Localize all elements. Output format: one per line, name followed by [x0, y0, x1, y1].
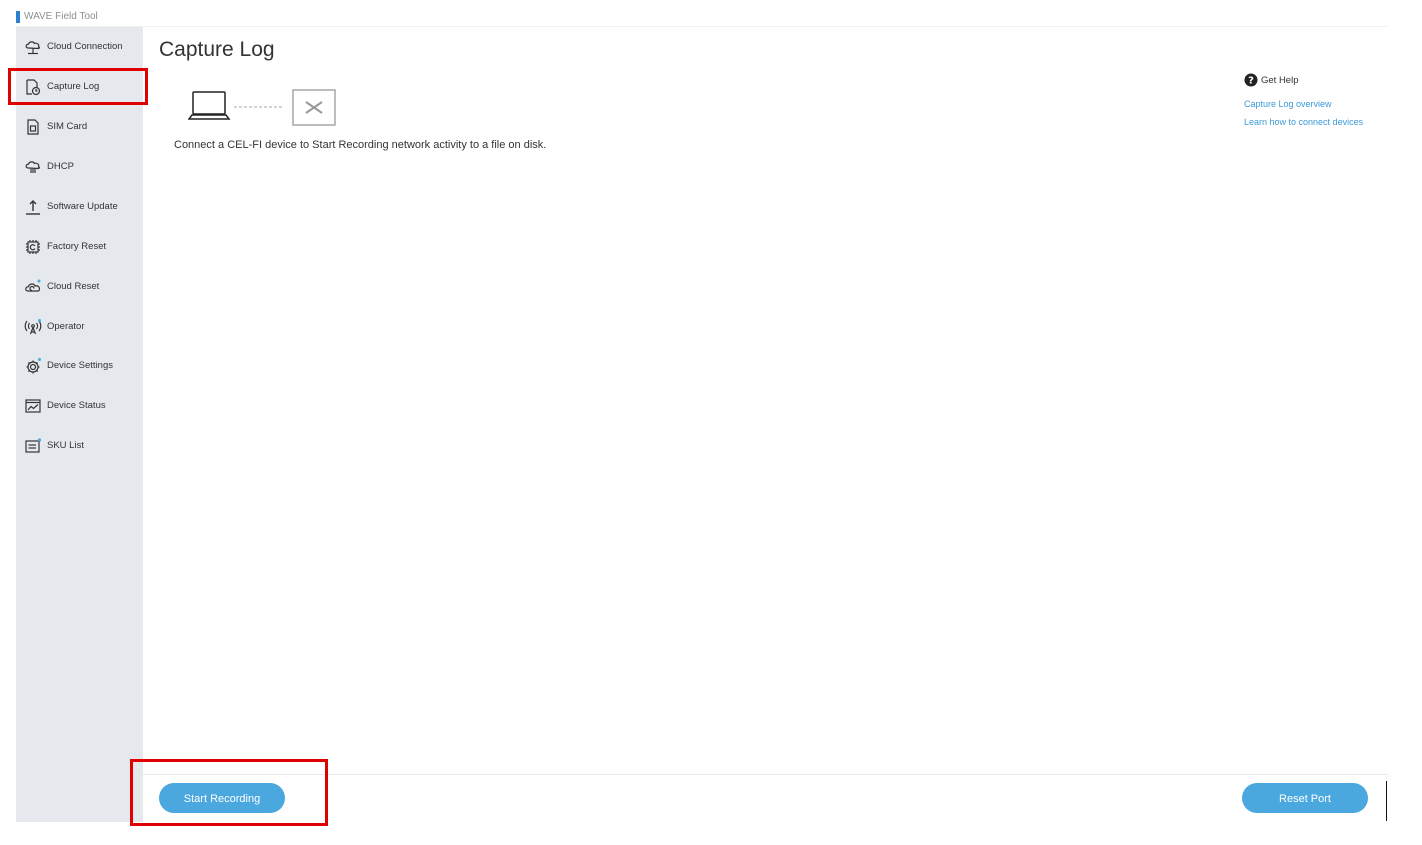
sidebar-item-capture-log[interactable]: Capture Log [16, 71, 143, 103]
chart-icon [24, 397, 42, 415]
sidebar-item-label: Device Status [47, 400, 106, 411]
chip-reset-icon [24, 238, 42, 256]
cloud-reset-icon [24, 278, 42, 296]
sidebar-item-sku-list[interactable]: SKU List [16, 430, 143, 462]
sidebar-item-device-settings[interactable]: Device Settings [16, 350, 143, 382]
sidebar-item-label: Cloud Connection [47, 41, 123, 52]
list-icon [24, 437, 42, 455]
sidebar: Cloud Connection Capture Log SIM Card DH… [16, 27, 143, 822]
help-icon: ? [1244, 73, 1258, 87]
sidebar-item-label: Device Settings [47, 360, 114, 371]
help-link-connect-devices[interactable]: Learn how to connect devices [1244, 117, 1363, 127]
app-logo-icon [16, 11, 20, 23]
sidebar-item-cloud-connection[interactable]: Cloud Connection [16, 31, 143, 63]
title-bar: WAVE Field Tool [16, 9, 1388, 27]
start-recording-button[interactable]: Start Recording [159, 783, 285, 813]
app-title: WAVE Field Tool [24, 11, 98, 22]
sidebar-item-cloud-reset[interactable]: Cloud Reset [16, 271, 143, 303]
gear-icon [24, 357, 42, 375]
sidebar-item-label: Factory Reset [47, 241, 107, 252]
help-link-capture-log-overview[interactable]: Capture Log overview [1244, 99, 1332, 109]
sidebar-item-label: SKU List [47, 440, 84, 451]
upload-icon [24, 198, 42, 216]
window-edge [1386, 781, 1387, 821]
page-title: Capture Log [159, 38, 275, 61]
sidebar-item-operator[interactable]: Operator [16, 311, 143, 343]
sim-card-icon [24, 118, 42, 136]
sidebar-item-software-update[interactable]: Software Update [16, 191, 143, 223]
sidebar-item-label: DHCP [47, 161, 74, 172]
capture-log-icon [24, 78, 42, 96]
help-title: Get Help [1261, 75, 1299, 86]
sidebar-item-label: Operator [47, 321, 85, 332]
sidebar-item-sim-card[interactable]: SIM Card [16, 111, 143, 143]
reset-port-button[interactable]: Reset Port [1242, 783, 1368, 813]
device-disconnected-icon [292, 89, 336, 126]
cloud-connection-icon [24, 38, 42, 56]
sidebar-item-factory-reset[interactable]: Factory Reset [16, 231, 143, 263]
sidebar-item-device-status[interactable]: Device Status [16, 390, 143, 422]
sidebar-item-label: Capture Log [47, 81, 100, 92]
laptop-icon [187, 91, 231, 120]
sidebar-item-label: Software Update [47, 201, 118, 212]
connection-illustration [187, 88, 338, 128]
antenna-icon [24, 318, 42, 336]
connect-device-message: Connect a CEL-FI device to Start Recordi… [174, 139, 547, 151]
dhcp-icon [24, 158, 42, 176]
sidebar-item-dhcp[interactable]: DHCP [16, 151, 143, 183]
footer-divider [143, 774, 1388, 775]
sidebar-item-label: Cloud Reset [47, 281, 100, 292]
sidebar-item-label: SIM Card [47, 121, 88, 132]
svg-text:?: ? [1248, 76, 1254, 87]
